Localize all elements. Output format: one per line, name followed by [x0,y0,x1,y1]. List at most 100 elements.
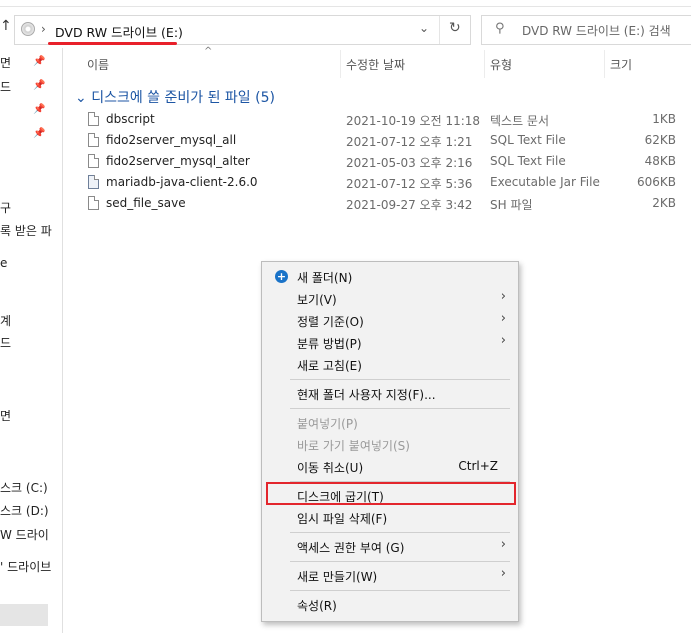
nav-item[interactable]: 면 [0,407,11,424]
menu-item-refresh[interactable]: 새로 고침(E) [262,354,518,375]
nav-item[interactable]: e [0,256,7,270]
menu-item-undo-move[interactable]: 이동 취소(U) Ctrl+Z [262,456,518,477]
group-label: 디스크에 쓸 준비가 된 파일 (5) [91,90,275,106]
sort-ascending-icon: ^ [204,46,213,57]
file-size: 606KB [636,175,676,189]
nav-item[interactable]: 드 [0,78,11,95]
address-dropdown-icon[interactable]: ⌄ [419,21,429,35]
column-divider[interactable] [340,50,341,78]
search-icon: ⚲ [495,21,505,36]
file-size: 2KB [652,196,676,210]
column-divider[interactable] [604,50,605,78]
file-date: 2021-10-19 오전 11:18 [346,114,481,128]
file-size: 1KB [652,112,676,126]
file-type: Executable Jar File [490,175,600,189]
jar-file-icon [88,175,99,189]
file-row[interactable]: sed_file_save 2021-09-27 오후 3:42 SH 파일 2… [78,194,691,215]
menu-label: 새 폴더(N) [297,271,353,285]
submenu-arrow-icon: › [500,289,506,304]
address-bar[interactable]: › DVD RW 드라이브 (E:) ⌄ ↻ [14,15,471,45]
file-date: 2021-07-12 오후 5:36 [346,177,473,191]
pin-icon: 📌 [33,56,46,67]
red-underline-annotation [48,42,177,45]
top-strip [0,0,691,7]
pin-icon: 📌 [33,80,46,91]
menu-label: 분류 방법(P) [297,337,362,351]
nav-item[interactable]: 면 [0,54,11,71]
nav-item[interactable]: 록 받은 파 [0,222,52,239]
file-row[interactable]: fido2server_mysql_all 2021-07-12 오후 1:21… [78,131,691,152]
nav-item[interactable]: 계 [0,312,11,329]
file-type: SH 파일 [490,198,533,212]
file-type: 텍스트 문서 [490,114,550,128]
menu-separator [290,408,510,409]
breadcrumb-current-location[interactable]: DVD RW 드라이브 (E:) [55,22,183,41]
refresh-icon[interactable]: ↻ [449,20,461,36]
column-header-name[interactable]: 이름 [87,56,109,73]
nav-item-dvd-drive-selected[interactable]: ' 드라이브 [0,558,51,575]
menu-separator [290,379,510,380]
navigation-pane[interactable]: 면 📌 드 📌 📌 📌 구 록 받은 파 e 계 드 면 스크 (C:) 스크 … [0,48,63,633]
search-placeholder: DVD RW 드라이브 (E:) 검색 [522,24,671,38]
menu-label: 임시 파일 삭제(F) [297,512,388,526]
submenu-arrow-icon: › [500,311,506,326]
nav-item-drive-d[interactable]: 스크 (D:) [0,502,49,519]
file-size: 48KB [644,154,676,168]
up-arrow-icon[interactable]: ↑ [0,18,12,40]
submenu-arrow-icon: › [500,537,506,552]
menu-item-sort-by[interactable]: 정렬 기준(O) › [262,310,518,331]
menu-item-new-folder[interactable]: + 새 폴더(N) [262,266,518,287]
menu-item-group-by[interactable]: 분류 방법(P) › [262,332,518,353]
file-name: sed_file_save [106,196,186,210]
file-icon [88,154,99,168]
file-name: fido2server_mysql_all [106,133,237,147]
menu-separator [290,532,510,533]
column-header-date[interactable]: 수정한 날짜 [346,56,405,73]
file-icon [88,196,99,210]
file-type: SQL Text File [490,154,566,168]
file-date: 2021-05-03 오후 2:16 [346,156,473,170]
file-icon [88,133,99,147]
file-type: SQL Text File [490,133,566,147]
menu-item-delete-temp-files[interactable]: 임시 파일 삭제(F) [262,507,518,528]
submenu-arrow-icon: › [500,333,506,348]
menu-separator [290,590,510,591]
file-row[interactable]: mariadb-java-client-2.6.0 2021-07-12 오후 … [78,173,691,194]
file-date: 2021-09-27 오후 3:42 [346,198,473,212]
nav-selected-highlight [0,604,48,626]
dvd-drive-icon [21,22,35,36]
menu-label: 바로 가기 붙여넣기(S) [297,439,410,453]
file-row[interactable]: dbscript 2021-10-19 오전 11:18 텍스트 문서 1KB [78,110,691,131]
menu-shortcut: Ctrl+Z [458,459,498,473]
pin-icon: 📌 [33,104,46,115]
menu-item-properties[interactable]: 속성(R) [262,594,518,615]
menu-label: 정렬 기준(O) [297,315,364,329]
nav-item[interactable]: 드 [0,334,11,351]
file-date: 2021-07-12 오후 1:21 [346,135,473,149]
group-header[interactable]: ⌄ 디스크에 쓸 준비가 된 파일 (5) [75,87,275,107]
file-name: fido2server_mysql_alter [106,154,250,168]
menu-item-new[interactable]: 새로 만들기(W) › [262,565,518,586]
menu-item-give-access[interactable]: 액세스 권한 부여 (G) › [262,536,518,557]
menu-label: 속성(R) [297,599,337,613]
column-header-type[interactable]: 유형 [490,56,512,73]
menu-item-paste-shortcut[interactable]: 바로 가기 붙여넣기(S) [262,434,518,455]
file-name: dbscript [106,112,155,126]
column-header-size[interactable]: 크기 [610,56,632,73]
nav-item-drive-c[interactable]: 스크 (C:) [0,479,48,496]
submenu-arrow-icon: › [500,566,506,581]
menu-label: 보기(V) [297,293,337,307]
column-divider[interactable] [484,50,485,78]
text-file-icon [88,112,99,126]
menu-item-paste[interactable]: 붙여넣기(P) [262,412,518,433]
menu-item-customize-folder[interactable]: 현재 폴더 사용자 지정(F)... [262,383,518,404]
red-highlight-annotation [266,482,516,505]
menu-label: 이동 취소(U) [297,461,364,475]
file-row[interactable]: fido2server_mysql_alter 2021-05-03 오후 2:… [78,152,691,173]
search-input[interactable]: ⚲ DVD RW 드라이브 (E:) 검색 [481,15,691,45]
nav-item[interactable]: 구 [0,199,11,216]
menu-item-view[interactable]: 보기(V) › [262,288,518,309]
group-collapse-icon[interactable]: ⌄ [75,90,87,106]
breadcrumb-chevron-icon[interactable]: › [41,22,46,36]
nav-item-dvd-drive[interactable]: W 드라이 [0,526,49,543]
